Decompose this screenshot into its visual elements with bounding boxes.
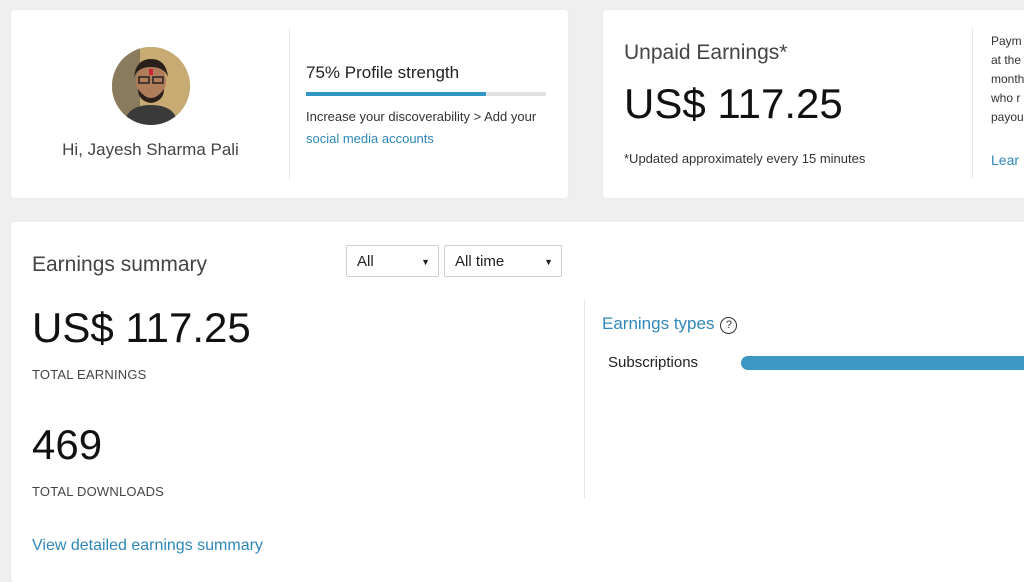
total-earnings-label: TOTAL EARNINGS <box>32 367 147 382</box>
earnings-types-title: Earnings types? <box>602 314 738 334</box>
payment-info-text: Paym at the month who r payou <box>991 32 1024 127</box>
profile-strength-label: 75% Profile strength <box>306 63 460 82</box>
learn-more-link[interactable]: Lear <box>991 152 1019 168</box>
avatar[interactable] <box>112 47 190 125</box>
unpaid-earnings-card: Unpaid Earnings* US$ 117.25 *Updated app… <box>603 10 1024 198</box>
caret-down-icon: ▼ <box>421 257 430 267</box>
greeting: Hi, Jayesh Sharma Pali <box>62 140 239 159</box>
profile-tip-text: Increase your discoverability > Add your <box>306 109 537 124</box>
earnings-type-bar <box>741 356 1024 370</box>
payment-info-line: month <box>991 72 1024 86</box>
total-downloads-label: TOTAL DOWNLOADS <box>32 484 165 499</box>
profile-tip: Increase your discoverability > Add your… <box>306 106 556 150</box>
total-downloads-value: 469 <box>32 421 103 468</box>
content-type-value: All <box>357 253 374 270</box>
divider <box>972 28 973 178</box>
caret-down-icon: ▼ <box>544 257 553 267</box>
view-detailed-summary-link[interactable]: View detailed earnings summary <box>32 537 263 555</box>
time-range-select[interactable]: All time ▼ <box>444 245 562 277</box>
earnings-types-label: Earnings types <box>602 314 715 333</box>
time-range-value: All time <box>455 253 505 270</box>
earnings-type-label: Subscriptions <box>608 354 699 371</box>
payment-info-line: Paym <box>991 34 1022 48</box>
profile-card: Hi, Jayesh Sharma Pali 75% Profile stren… <box>11 10 568 198</box>
social-media-link[interactable]: social media accounts <box>306 131 434 146</box>
question-circle-icon[interactable]: ? <box>720 317 738 334</box>
content-type-select[interactable]: All ▼ <box>346 245 439 277</box>
update-note: *Updated approximately every 15 minutes <box>624 151 866 166</box>
payment-info-line: at the <box>991 53 1022 67</box>
divider <box>584 300 585 498</box>
profile-strength-bar <box>306 92 546 96</box>
divider <box>289 28 290 180</box>
unpaid-earnings-title: Unpaid Earnings* <box>624 41 788 64</box>
payment-info-line: who r <box>991 91 1021 105</box>
profile-strength-fill <box>306 92 486 96</box>
earnings-summary-card: Earnings summary All ▼ All time ▼ US$ 11… <box>11 222 1024 582</box>
total-earnings-value: US$ 117.25 <box>32 304 251 351</box>
payment-info-line: payou <box>991 110 1024 124</box>
unpaid-earnings-amount: US$ 117.25 <box>624 80 843 127</box>
earnings-summary-title: Earnings summary <box>32 253 208 276</box>
